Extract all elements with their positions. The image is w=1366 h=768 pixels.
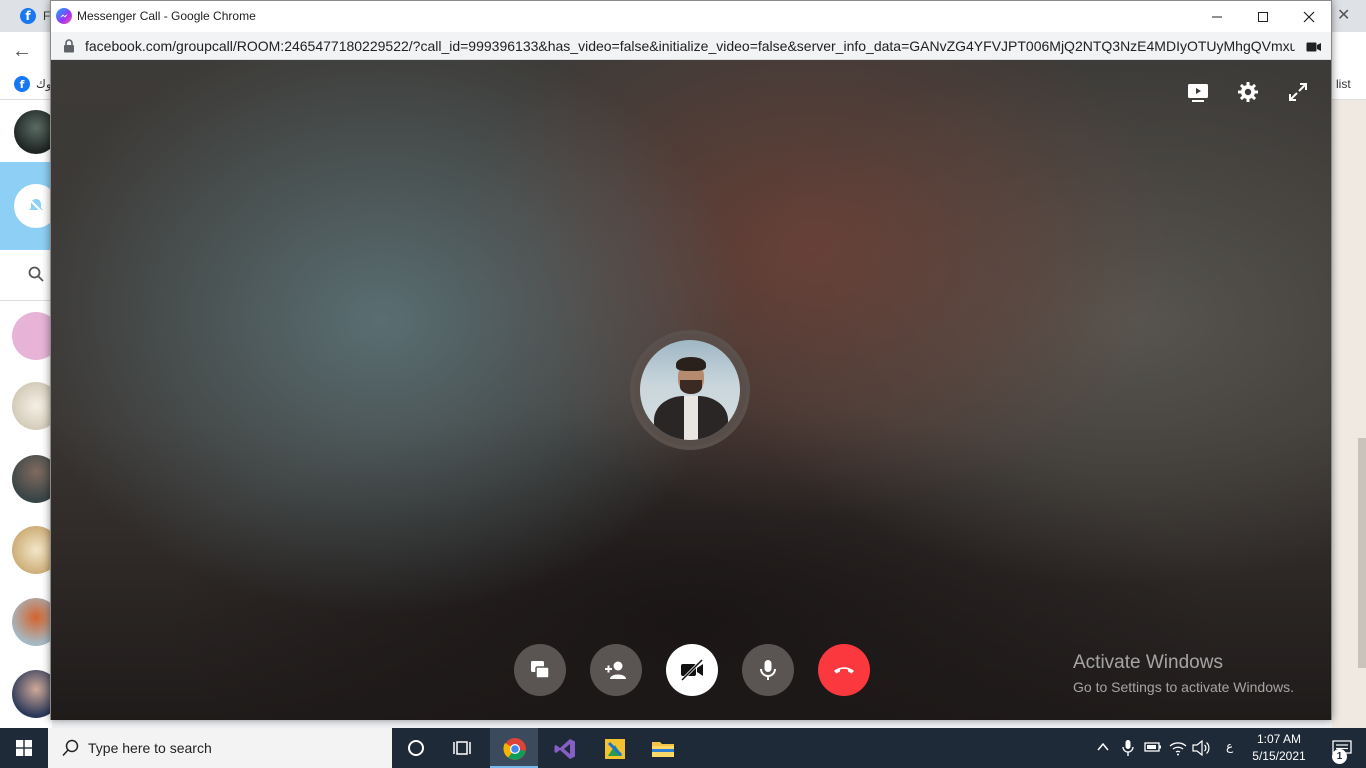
task-view-icon (453, 741, 471, 755)
search-icon[interactable] (28, 266, 44, 287)
file-explorer-button[interactable] (638, 728, 686, 768)
input-language-indicator[interactable]: ع (1226, 739, 1233, 768)
screen-share-icon (531, 661, 550, 679)
chrome-icon (503, 738, 526, 760)
call-video-area: Activate Windows Go to Settings to activ… (51, 60, 1331, 720)
lock-icon[interactable] (63, 39, 75, 58)
maximize-button[interactable] (1240, 1, 1286, 32)
clock[interactable]: 1:07 AM 5/15/2021 (1248, 731, 1310, 765)
start-button[interactable] (0, 728, 48, 768)
cortana-icon (408, 740, 424, 756)
notification-count-badge: 1 (1332, 749, 1347, 764)
caller-photo (640, 340, 740, 440)
call-controls (514, 644, 874, 696)
back-arrow-icon[interactable]: ← (12, 40, 32, 63)
activate-windows-title: Activate Windows (1073, 652, 1223, 673)
video-off-icon (680, 658, 704, 682)
facebook-tab-icon[interactable]: f (20, 8, 36, 24)
add-person-button[interactable] (590, 644, 642, 696)
window-title: Messenger Call - Google Chrome (77, 9, 256, 23)
url-text[interactable]: facebook.com/groupcall/ROOM:246547718022… (85, 38, 1295, 54)
visual-studio-taskbar-button[interactable] (540, 728, 588, 768)
taskbar-search-box[interactable]: Type here to search (48, 728, 392, 768)
microphone-icon (1122, 740, 1134, 756)
title-bar[interactable]: Messenger Call - Google Chrome (51, 1, 1331, 32)
background-close-icon[interactable]: ✕ (1337, 5, 1350, 25)
add-person-icon (605, 661, 626, 679)
microphone-tray-icon[interactable] (1121, 728, 1135, 768)
caller-avatar (630, 330, 750, 450)
messenger-icon (56, 8, 72, 24)
close-button[interactable] (1286, 1, 1332, 32)
facebook-bookmark-icon[interactable]: f (14, 76, 30, 92)
microphone-icon (760, 660, 776, 680)
folder-icon (652, 742, 674, 757)
taskbar: Type here to search ع 1:07 AM 5/15/2021 … (0, 728, 1366, 768)
app-taskbar-button[interactable] (590, 728, 638, 768)
minimize-button[interactable] (1194, 1, 1240, 32)
sidebar-divider (0, 300, 52, 301)
address-bar[interactable]: facebook.com/groupcall/ROOM:246547718022… (51, 32, 1331, 60)
phone-hangup-icon (834, 667, 854, 674)
chrome-taskbar-button[interactable] (490, 728, 538, 768)
bookmark-list-label[interactable]: list (1336, 77, 1351, 91)
search-icon (62, 739, 79, 757)
fullscreen-icon[interactable] (1284, 78, 1312, 106)
task-view-button[interactable] (440, 728, 488, 768)
activate-windows-subtitle: Go to Settings to activate Windows. (1073, 679, 1294, 695)
bell-off-icon (28, 198, 44, 214)
microphone-button[interactable] (742, 644, 794, 696)
windows-icon (16, 740, 32, 756)
taskbar-search-placeholder[interactable]: Type here to search (88, 740, 212, 756)
tools-app-icon (605, 739, 625, 759)
settings-icon[interactable] (1234, 78, 1262, 106)
video-toggle-button[interactable] (666, 644, 718, 696)
activate-windows-watermark: Activate Windows Go to Settings to activ… (1073, 652, 1294, 695)
wifi-icon[interactable] (1169, 728, 1187, 768)
end-call-button[interactable] (818, 644, 870, 696)
share-screen-button[interactable] (514, 644, 566, 696)
show-hidden-icons-button[interactable] (1096, 728, 1110, 768)
background-scrollbar[interactable] (1358, 438, 1366, 668)
clock-date: 5/15/2021 (1252, 749, 1306, 763)
cortana-button[interactable] (392, 728, 440, 768)
clock-time: 1:07 AM (1256, 732, 1302, 746)
volume-icon[interactable] (1192, 728, 1210, 768)
visual-studio-icon (554, 739, 575, 759)
chevron-up-icon (1097, 742, 1109, 751)
camera-blocked-icon[interactable] (1306, 40, 1322, 58)
messenger-call-window: Messenger Call - Google Chrome facebook.… (50, 0, 1332, 720)
present-icon[interactable] (1184, 78, 1212, 106)
battery-icon[interactable] (1144, 728, 1162, 768)
